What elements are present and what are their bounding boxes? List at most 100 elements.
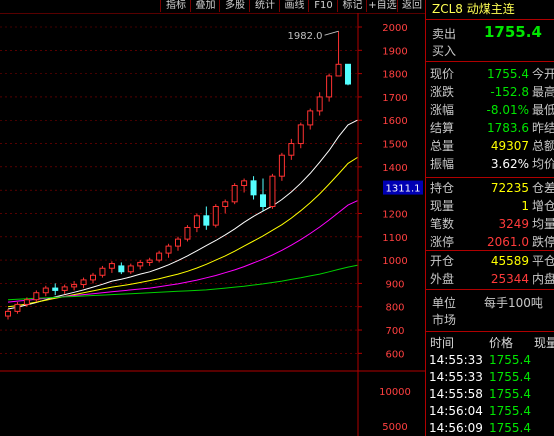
candle	[61, 284, 68, 294]
quote-rows-value: -8.01%	[486, 103, 529, 117]
candle-body	[335, 63, 342, 77]
volume-tick-label: 5000	[382, 422, 407, 433]
candle	[184, 225, 191, 242]
candle	[316, 92, 323, 116]
y-tick-label: 2000	[382, 23, 407, 34]
quote-rows-label: 现价	[430, 67, 455, 81]
quote-rows-tail: 均价	[532, 157, 554, 171]
candle	[307, 108, 314, 130]
ticks-header-price: 价格	[489, 336, 514, 350]
y-tick-label: 1700	[382, 93, 407, 104]
candle	[108, 261, 115, 273]
position-rows-tail: 跌停	[532, 235, 554, 249]
candle-body	[14, 303, 21, 312]
candle	[71, 281, 78, 291]
candle-body	[71, 284, 78, 288]
candle-body	[193, 215, 200, 228]
candle-body	[42, 287, 49, 294]
y-tick-label: 1800	[382, 70, 407, 81]
position-rows-value: 72235	[490, 181, 529, 195]
buy-label: 买入	[432, 44, 457, 58]
toolbar-button-6[interactable]: 标记	[337, 0, 367, 12]
candle-body	[297, 124, 304, 145]
candle	[165, 243, 172, 258]
candle-body	[52, 287, 59, 291]
unit-label: 单位	[432, 296, 457, 310]
quote-rows-value: 1783.6	[487, 121, 529, 135]
candle	[137, 260, 144, 270]
candle-body	[80, 279, 87, 286]
position-rows-tail: 增仓	[532, 199, 554, 213]
candle	[260, 178, 266, 212]
candle	[14, 302, 21, 314]
sell-label: 卖出	[432, 27, 457, 41]
position-rows-value: 3249	[498, 217, 529, 231]
candle	[278, 152, 285, 181]
candle-body	[241, 180, 248, 187]
candle	[250, 176, 257, 200]
ma-line-ma1	[7, 119, 358, 310]
tick-price: 1755.4	[489, 353, 531, 367]
y-tick-label: 1900	[382, 46, 407, 57]
candle-body	[231, 185, 238, 203]
position-rows-label: 笔数	[430, 217, 455, 231]
quote-rows-tail: 最低	[532, 103, 554, 117]
candle	[90, 272, 96, 284]
candle-body	[345, 63, 351, 85]
tick-time: 14:55:58	[429, 387, 483, 401]
candle	[269, 173, 276, 209]
quote-rows-tail: 最高	[532, 85, 554, 99]
candle	[99, 265, 106, 278]
crosshair-price-text: 1311.1	[386, 184, 421, 195]
candle	[335, 31, 342, 77]
position-rows-label: 持仓	[430, 181, 455, 195]
candle	[42, 285, 49, 297]
toolbar-button-8[interactable]: 返回	[397, 0, 426, 12]
toolbar-button-0[interactable]: 指标	[160, 0, 191, 12]
tick-time: 14:56:09	[429, 421, 483, 435]
candle	[127, 263, 134, 275]
candle-body	[33, 292, 40, 301]
position-rows-tail: 仓差	[532, 181, 554, 195]
quote-rows-value: 1755.4	[487, 67, 529, 81]
candle	[203, 206, 210, 230]
tick-price: 1755.4	[489, 421, 531, 435]
toolbar-button-3[interactable]: 统计	[249, 0, 280, 12]
toolbar-button-2[interactable]: 多股	[219, 0, 250, 12]
candle	[33, 290, 40, 303]
candle-body	[203, 215, 210, 226]
candle	[231, 183, 238, 205]
high-annotation-label: 1982.0	[288, 31, 323, 42]
candle	[175, 236, 181, 251]
y-tick-label: 1600	[382, 116, 407, 127]
candle-body	[118, 265, 125, 273]
candle	[297, 122, 304, 149]
quote-rows-label: 涨跌	[430, 85, 455, 99]
quote-rows-label: 振幅	[430, 157, 455, 171]
candle-body	[212, 205, 219, 226]
quote-rows-label: 总量	[430, 139, 455, 153]
candle-body	[326, 75, 333, 98]
candle-body	[288, 143, 295, 156]
quote-panel: ZCL8 动煤主连 卖出 1755.4 买入 现价 1755.4 今开 涨跌 -152.…	[425, 0, 554, 436]
flow-rows-tail: 内盘	[532, 272, 554, 286]
quote-rows-label: 涨幅	[430, 103, 455, 117]
toolbar-button-1[interactable]: 叠加	[190, 0, 220, 12]
toolbar-button-7[interactable]: +自选	[366, 0, 398, 12]
toolbar-button-4[interactable]: 画线	[279, 0, 309, 12]
candlestick-chart[interactable]: 2000190018001700160015001400130012001100…	[0, 0, 425, 436]
candle-body	[316, 96, 323, 112]
candle	[146, 257, 153, 266]
candle-body	[184, 226, 191, 240]
candle-body	[222, 201, 229, 207]
candle-body	[108, 263, 115, 269]
quote-rows-tail: 今开	[532, 67, 554, 81]
quote-rows-value: 3.62%	[490, 157, 529, 171]
candle	[345, 63, 351, 86]
flow-rows-value: 25344	[490, 272, 529, 286]
candle-body	[5, 310, 11, 317]
candle	[212, 204, 219, 228]
unit-value: 每手100吨	[484, 296, 543, 310]
toolbar-button-5[interactable]: F10	[308, 0, 338, 12]
candle-body	[90, 274, 96, 281]
